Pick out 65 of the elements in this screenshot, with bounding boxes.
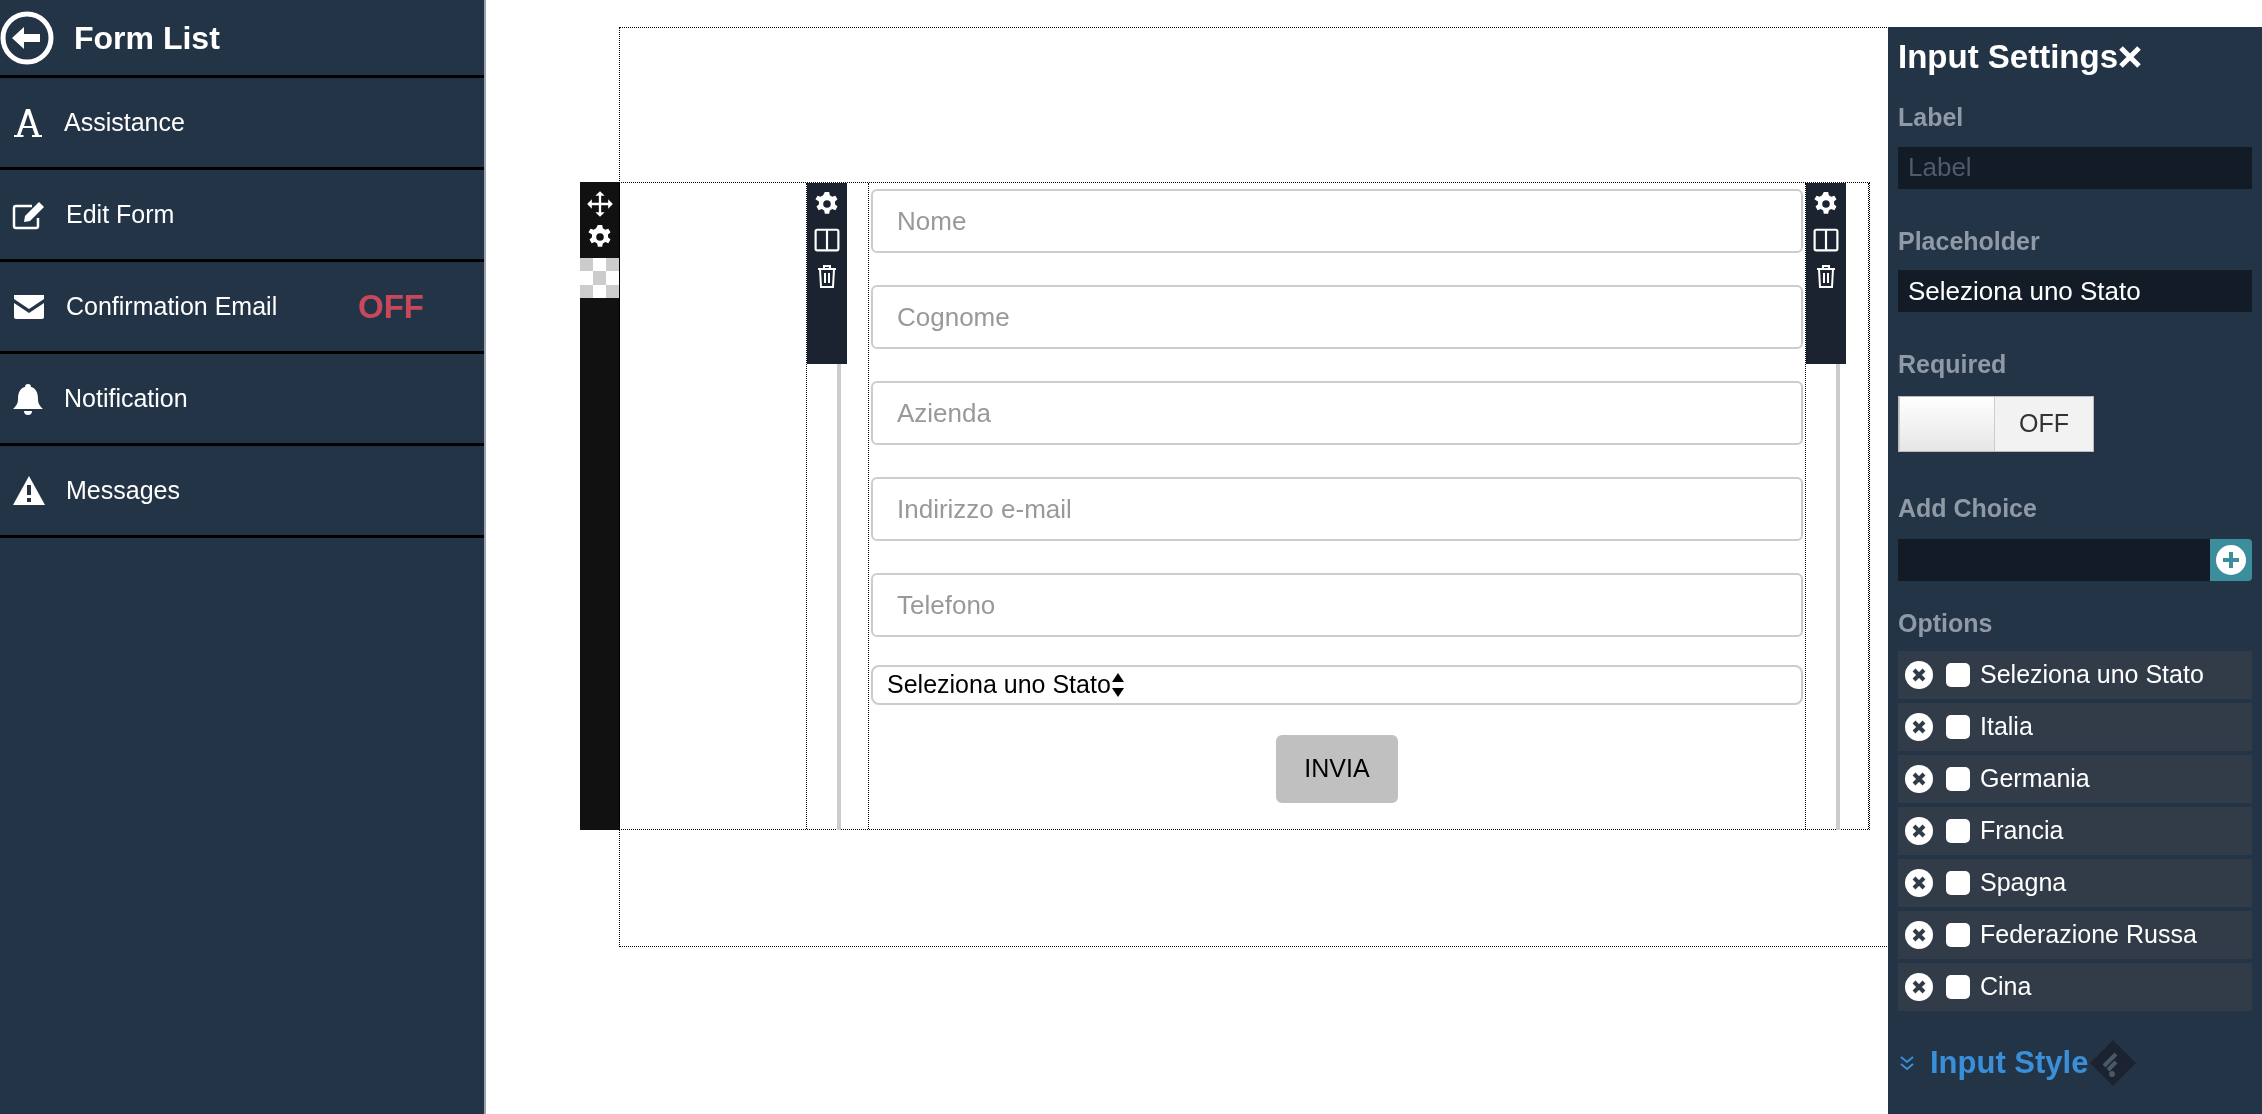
remove-icon[interactable] — [1904, 815, 1934, 846]
field-label: Options — [1898, 608, 1994, 639]
select-field[interactable]: Seleziona uno Stato — [871, 665, 1803, 705]
edit-icon — [12, 199, 46, 230]
columns-icon[interactable] — [1813, 227, 1839, 253]
option-row[interactable]: Cina — [1898, 962, 2252, 1011]
checkbox[interactable] — [1946, 974, 1970, 999]
placeholder-input[interactable]: Seleziona uno Stato — [1898, 270, 2252, 312]
checkbox[interactable] — [1946, 714, 1970, 739]
sidebar-item[interactable]: Assistance — [0, 78, 484, 170]
sidebar-item[interactable]: Notification — [0, 354, 484, 446]
settings-icon[interactable] — [814, 191, 840, 217]
transparency-swatch[interactable] — [580, 258, 619, 298]
required-toggle[interactable]: OFF — [1898, 395, 2094, 452]
move-icon[interactable] — [585, 190, 614, 218]
warning-icon — [12, 474, 46, 507]
field-label: Required — [1898, 349, 2008, 380]
option-row[interactable]: Francia — [1898, 806, 2252, 855]
remove-icon[interactable] — [1904, 711, 1934, 742]
field-label: Add Choice — [1898, 492, 2038, 524]
choice-input[interactable] — [1898, 539, 2210, 581]
remove-icon[interactable] — [1904, 971, 1934, 1002]
sidebar-title: Form List — [74, 18, 220, 58]
checkbox[interactable] — [1946, 662, 1970, 687]
close-icon[interactable] — [2118, 45, 2142, 69]
option-row[interactable]: Federazione Russa — [1898, 910, 2252, 959]
field-label: Label — [1898, 102, 1965, 133]
remove-icon[interactable] — [1904, 659, 1934, 690]
double-chevron-icon — [1898, 1054, 1916, 1072]
option-row[interactable]: Italia — [1898, 702, 2252, 751]
envelope-icon — [12, 292, 46, 321]
checkbox[interactable] — [1946, 766, 1970, 791]
settings-icon[interactable] — [586, 224, 613, 250]
text-input[interactable]: Telefono — [871, 573, 1803, 637]
submit-button[interactable]: INVIA — [1276, 735, 1398, 803]
remove-icon[interactable] — [1904, 919, 1934, 950]
checkbox[interactable] — [1946, 818, 1970, 843]
text-input[interactable]: Cognome — [871, 285, 1803, 349]
trash-icon[interactable] — [815, 263, 839, 289]
font-icon — [12, 107, 44, 138]
text-input[interactable]: Indirizzo e-mail — [871, 477, 1803, 541]
add-button[interactable] — [2210, 539, 2252, 581]
sidebar-item[interactable]: Messages — [0, 446, 484, 538]
settings-icon[interactable] — [1813, 191, 1839, 217]
panel-title: Input Settings — [1898, 37, 2118, 78]
text-input[interactable]: Nome — [871, 189, 1803, 253]
status-label: OFF — [358, 286, 424, 327]
checkbox[interactable] — [1946, 922, 1970, 947]
section-link[interactable]: Input Style — [1930, 1039, 2089, 1087]
bell-icon — [12, 381, 44, 416]
field-label: Placeholder — [1898, 225, 2041, 257]
sidebar-item[interactable]: Edit Form — [0, 170, 484, 262]
option-row[interactable]: Spagna — [1898, 858, 2252, 907]
text-input[interactable]: Azienda — [871, 381, 1803, 445]
remove-icon[interactable] — [1904, 867, 1934, 898]
sidebar-item[interactable]: Confirmation Email OFF — [0, 262, 484, 354]
label-input[interactable]: Label — [1898, 146, 2252, 189]
option-row[interactable]: Seleziona uno Stato — [1898, 650, 2252, 699]
columns-icon[interactable] — [814, 227, 840, 253]
option-row[interactable]: Germania — [1898, 754, 2252, 803]
trash-icon[interactable] — [1814, 263, 1838, 289]
remove-icon[interactable] — [1904, 763, 1934, 794]
back-icon[interactable] — [0, 10, 54, 65]
checkbox[interactable] — [1946, 870, 1970, 895]
updown-arrows-icon — [1110, 672, 1125, 698]
